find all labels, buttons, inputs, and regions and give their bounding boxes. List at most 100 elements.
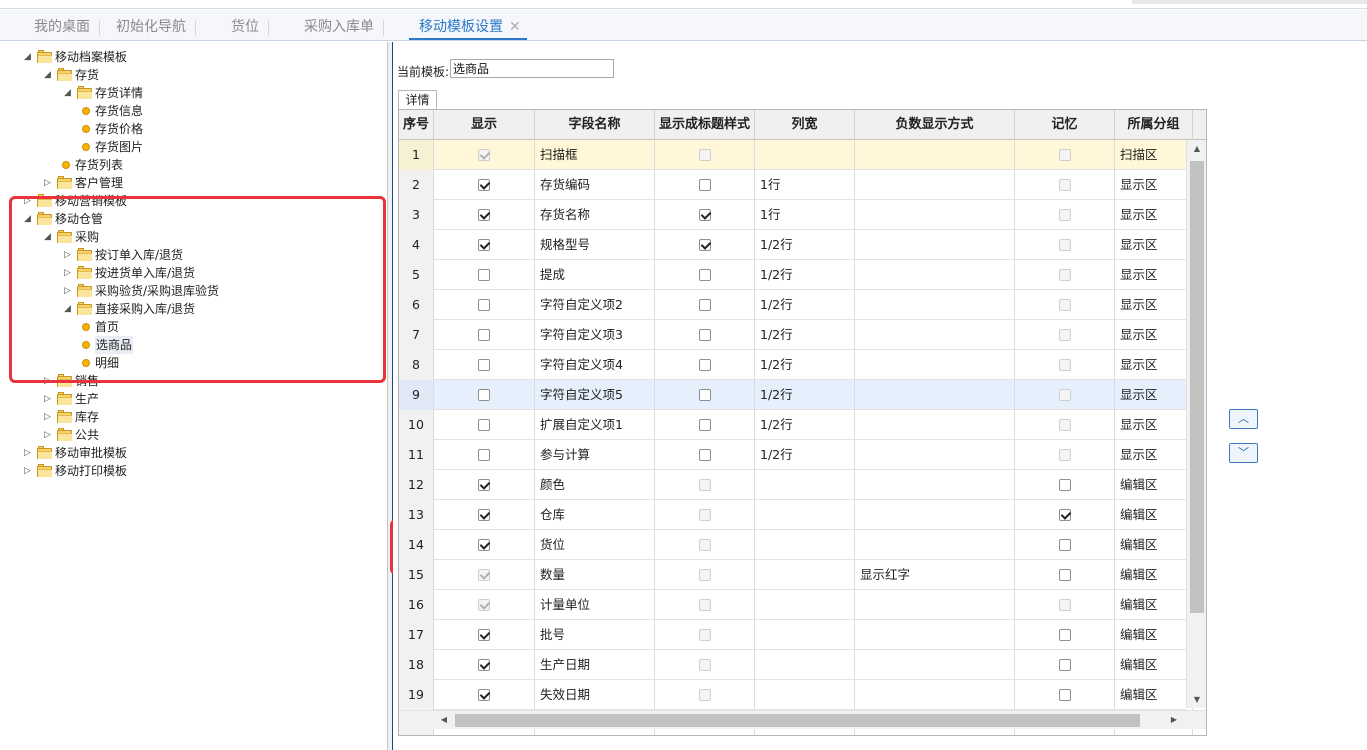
table-row[interactable]: 16 计量单位 编辑区 (399, 590, 1193, 620)
column-width-cell[interactable]: 1/2行 (755, 290, 855, 320)
tree-node[interactable]: ◢ 移动仓管 (0, 210, 380, 228)
group-cell[interactable]: 编辑区 (1115, 560, 1193, 590)
group-cell[interactable]: 显示区 (1115, 200, 1193, 230)
negative-display-cell[interactable] (855, 650, 1015, 680)
column-width-cell[interactable]: 1/2行 (755, 260, 855, 290)
column-width-cell[interactable]: 1行 (755, 170, 855, 200)
title-style-checkbox[interactable] (698, 208, 711, 221)
table-row[interactable]: 12 颜色 编辑区 (399, 470, 1193, 500)
move-down-button[interactable]: ﹀ (1229, 443, 1258, 463)
tree-node[interactable]: 选商品 (0, 336, 380, 354)
expand-arrow-icon[interactable]: ▷ (44, 426, 54, 444)
column-width-cell[interactable] (755, 620, 855, 650)
memory-checkbox[interactable] (1058, 508, 1071, 521)
memory-checkbox[interactable] (1058, 658, 1071, 671)
column-width-cell[interactable]: 1/2行 (755, 230, 855, 260)
expand-arrow-icon[interactable]: ▷ (44, 174, 54, 192)
negative-display-cell[interactable]: 显示红字 (855, 560, 1015, 590)
show-checkbox[interactable] (478, 328, 490, 341)
column-width-cell[interactable] (755, 500, 855, 530)
expand-arrow-icon[interactable]: ▷ (24, 192, 34, 210)
tree-node[interactable]: ◢ 存货 (0, 66, 380, 84)
column-header-title-style[interactable]: 显示成标题样式 (655, 110, 755, 140)
tree-node[interactable]: ▷ 销售 (0, 372, 380, 390)
tab-location[interactable]: 货位 (231, 16, 269, 40)
collapse-arrow-icon[interactable]: ◢ (64, 84, 74, 102)
group-cell[interactable]: 显示区 (1115, 350, 1193, 380)
memory-checkbox[interactable] (1058, 688, 1071, 701)
scroll-down-icon[interactable]: ▼ (1187, 691, 1206, 708)
title-style-checkbox[interactable] (698, 388, 711, 401)
title-style-checkbox[interactable] (698, 448, 711, 461)
collapse-arrow-icon[interactable]: ◢ (64, 300, 74, 318)
group-cell[interactable]: 显示区 (1115, 230, 1193, 260)
column-width-cell[interactable] (755, 530, 855, 560)
tree-node[interactable]: ◢ 移动档案模板 (0, 48, 380, 66)
tree-node[interactable]: ◢ 直接采购入库/退货 (0, 300, 380, 318)
horizontal-scrollbar[interactable]: ◀ ▶ (399, 710, 1206, 729)
column-width-cell[interactable]: 1/2行 (755, 320, 855, 350)
negative-display-cell[interactable] (855, 680, 1015, 710)
show-checkbox[interactable] (478, 538, 490, 551)
show-checkbox[interactable] (478, 658, 490, 671)
title-style-checkbox[interactable] (698, 268, 711, 281)
column-header-width[interactable]: 列宽 (755, 110, 855, 140)
top-scroll-thumb[interactable] (1132, 0, 1367, 4)
table-row[interactable]: 9 字符自定义项5 1/2行 显示区 (399, 380, 1193, 410)
negative-display-cell[interactable] (855, 590, 1015, 620)
group-cell[interactable]: 编辑区 (1115, 620, 1193, 650)
column-header-memory[interactable]: 记忆 (1015, 110, 1115, 140)
column-width-cell[interactable] (755, 140, 855, 170)
expand-arrow-icon[interactable]: ▷ (44, 372, 54, 390)
column-header-field-name[interactable]: 字段名称 (535, 110, 655, 140)
group-cell[interactable]: 显示区 (1115, 410, 1193, 440)
group-cell[interactable]: 显示区 (1115, 440, 1193, 470)
column-header-group[interactable]: 所属分组 (1115, 110, 1193, 140)
title-style-checkbox[interactable] (698, 238, 711, 251)
table-row[interactable]: 19 失效日期 编辑区 (399, 680, 1193, 710)
scroll-up-icon[interactable]: ▲ (1187, 140, 1206, 157)
scroll-left-icon[interactable]: ◀ (435, 711, 453, 729)
tree-node[interactable]: 存货价格 (0, 120, 380, 138)
show-checkbox[interactable] (478, 448, 490, 461)
tree-node[interactable]: 首页 (0, 318, 380, 336)
tab-my-desktop[interactable]: 我的桌面 (34, 16, 100, 40)
table-row[interactable]: 4 规格型号 1/2行 显示区 (399, 230, 1193, 260)
table-row[interactable]: 5 提成 1/2行 显示区 (399, 260, 1193, 290)
negative-display-cell[interactable] (855, 200, 1015, 230)
title-style-checkbox[interactable] (698, 328, 711, 341)
show-checkbox[interactable] (478, 508, 490, 521)
tab-mobile-template-settings[interactable]: 移动模板设置 ✕ (409, 16, 527, 40)
table-row[interactable]: 3 存货名称 1行 显示区 (399, 200, 1193, 230)
column-header-negative[interactable]: 负数显示方式 (855, 110, 1015, 140)
negative-display-cell[interactable] (855, 380, 1015, 410)
column-width-cell[interactable] (755, 470, 855, 500)
negative-display-cell[interactable] (855, 530, 1015, 560)
show-checkbox[interactable] (478, 688, 490, 701)
title-style-checkbox[interactable] (698, 178, 711, 191)
table-row[interactable]: 10 扩展自定义项1 1/2行 显示区 (399, 410, 1193, 440)
title-style-checkbox[interactable] (698, 418, 711, 431)
table-row[interactable]: 6 字符自定义项2 1/2行 显示区 (399, 290, 1193, 320)
column-width-cell[interactable]: 1/2行 (755, 380, 855, 410)
group-cell[interactable]: 编辑区 (1115, 500, 1193, 530)
column-width-cell[interactable]: 1/2行 (755, 410, 855, 440)
show-checkbox[interactable] (478, 178, 490, 191)
group-cell[interactable]: 显示区 (1115, 170, 1193, 200)
negative-display-cell[interactable] (855, 290, 1015, 320)
column-header-show[interactable]: 显示 (434, 110, 535, 140)
memory-checkbox[interactable] (1058, 628, 1071, 641)
negative-display-cell[interactable] (855, 620, 1015, 650)
tab-purchase-receipt[interactable]: 采购入库单 (304, 16, 384, 40)
group-cell[interactable]: 显示区 (1115, 380, 1193, 410)
tree-node[interactable]: ◢ 存货详情 (0, 84, 380, 102)
table-row[interactable]: 15 数量 显示红字 编辑区 (399, 560, 1193, 590)
negative-display-cell[interactable] (855, 260, 1015, 290)
tree-node[interactable]: 存货列表 (0, 156, 380, 174)
tree-node[interactable]: ▷ 按进货单入库/退货 (0, 264, 380, 282)
tree-node[interactable]: ▷ 移动审批模板 (0, 444, 380, 462)
collapse-arrow-icon[interactable]: ◢ (24, 48, 34, 66)
show-checkbox[interactable] (478, 478, 490, 491)
table-row[interactable]: 13 仓库 编辑区 (399, 500, 1193, 530)
show-checkbox[interactable] (478, 238, 490, 251)
